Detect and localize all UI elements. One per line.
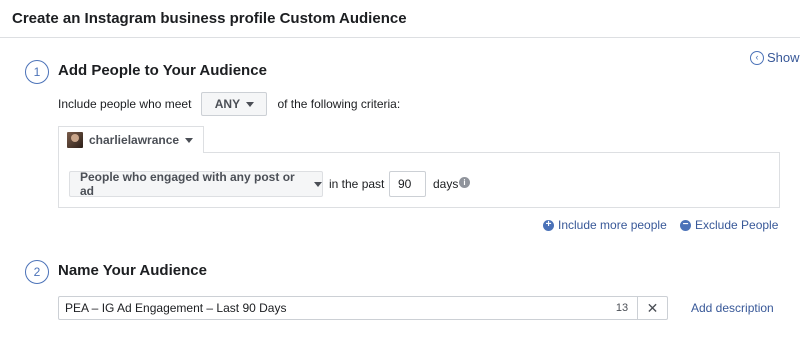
- match-type-value: ANY: [214, 97, 241, 111]
- chevron-left-circle-icon: ‹: [750, 50, 764, 65]
- avatar: [67, 132, 83, 148]
- exclude-label: Exclude People: [695, 218, 779, 232]
- step-1-number: 1: [25, 60, 49, 84]
- account-selector[interactable]: charlielawrance: [58, 126, 204, 153]
- retention-days-input[interactable]: [389, 171, 426, 197]
- show-label: Show: [767, 50, 800, 65]
- in-the-past-label: in the past: [329, 177, 385, 191]
- caret-down-icon: [185, 137, 194, 143]
- caret-down-icon: [246, 101, 255, 107]
- info-icon[interactable]: i: [459, 177, 470, 188]
- exclude-people-link[interactable]: − Exclude People: [680, 218, 778, 232]
- step-1-title: Add People to Your Audience: [58, 62, 267, 79]
- audience-name-field: 13 ✕: [58, 296, 668, 320]
- show-button[interactable]: ‹ Show: [750, 50, 800, 65]
- include-more-label: Include more people: [558, 218, 667, 232]
- criteria-prefix: Include people who meet: [58, 97, 192, 111]
- engagement-type-dropdown[interactable]: People who engaged with any post or ad: [69, 170, 323, 198]
- match-type-dropdown[interactable]: ANY: [201, 92, 268, 116]
- add-description-link[interactable]: Add description: [691, 301, 774, 315]
- plus-circle-icon: +: [543, 219, 554, 231]
- dialog-header: Create an Instagram business profile Cus…: [0, 0, 800, 38]
- step-2-number: 2: [25, 260, 49, 284]
- caret-down-icon: [314, 181, 322, 187]
- include-more-people-link[interactable]: + Include more people: [543, 218, 667, 232]
- minus-circle-icon: −: [680, 219, 691, 231]
- dialog-title: Create an Instagram business profile Cus…: [12, 10, 407, 27]
- account-name: charlielawrance: [89, 133, 180, 147]
- clear-icon[interactable]: ✕: [637, 297, 667, 319]
- criteria-suffix: of the following criteria:: [277, 97, 401, 111]
- rule-box: People who engaged with any post or ad i…: [58, 152, 780, 208]
- step-2-title: Name Your Audience: [58, 262, 207, 279]
- engagement-type-value: People who engaged with any post or ad: [80, 170, 295, 198]
- criteria-row: Include people who meet ANY of the follo…: [58, 92, 400, 116]
- days-label: days: [433, 177, 459, 191]
- remaining-character-count: 13: [615, 302, 629, 314]
- audience-name-input[interactable]: [59, 297, 607, 319]
